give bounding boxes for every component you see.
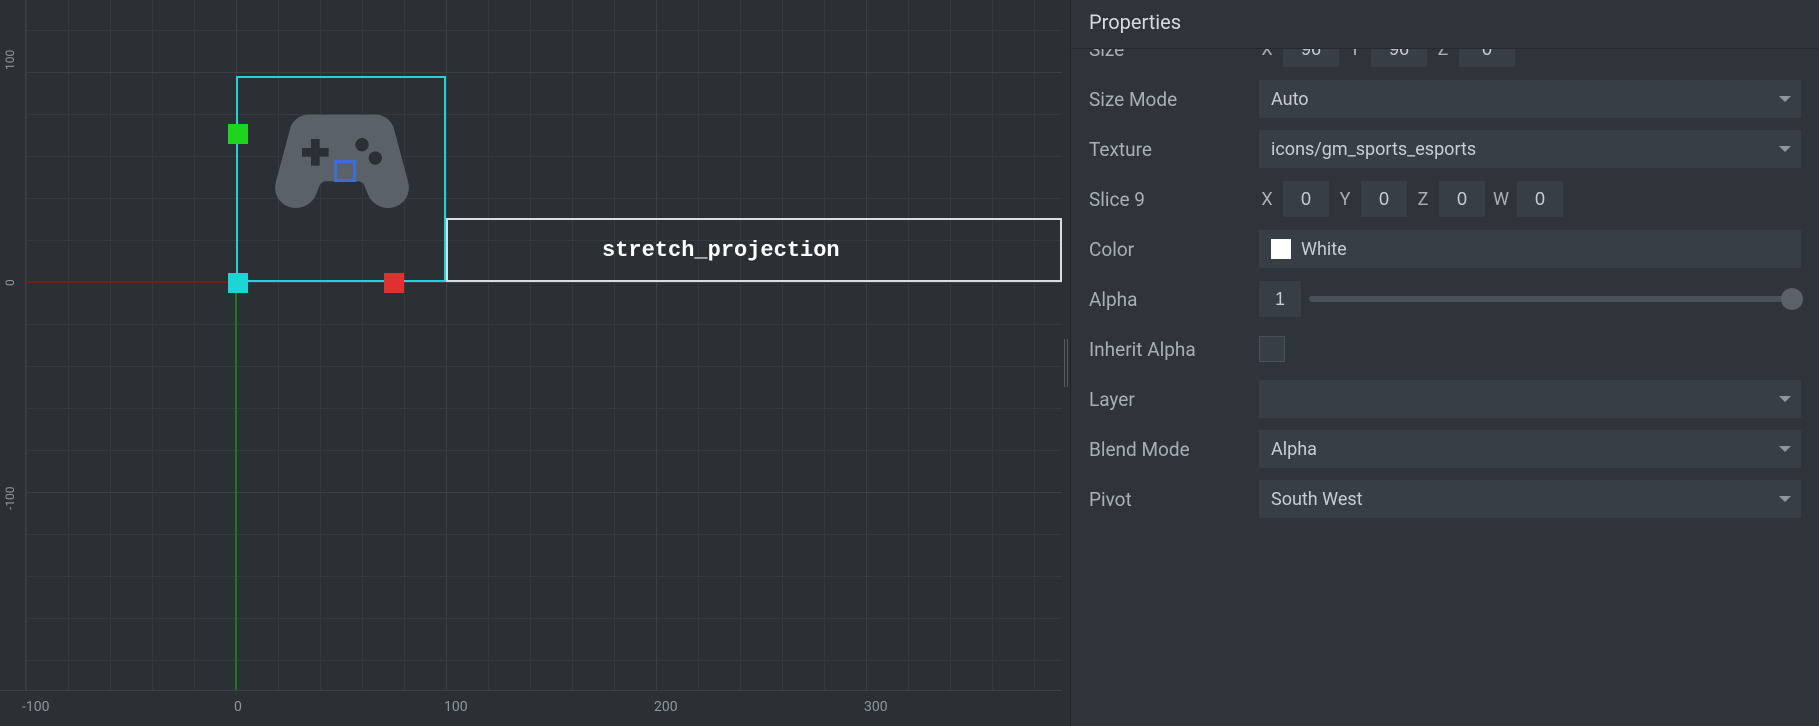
scene-viewport[interactable]: stretch_projection 100 0 -100 -100 0 100… [0,0,1062,726]
prop-label: Slice 9 [1089,188,1259,211]
prop-label: Pivot [1089,488,1259,511]
handle-origin[interactable] [228,273,248,293]
ruler-tick: 100 [444,699,468,715]
inherit-alpha-checkbox[interactable] [1259,336,1285,362]
ruler-tick: 300 [864,699,888,715]
prop-row-texture: Texture icons/gm_sports_esports [1089,129,1801,169]
alpha-slider[interactable] [1309,296,1801,302]
chevron-down-icon [1779,146,1791,152]
size-mode-dropdown[interactable]: Auto [1259,80,1801,118]
axis-label-x: X [1259,189,1275,210]
slice9-w-input[interactable] [1517,181,1563,217]
y-axis [235,282,237,690]
ruler-vertical: 100 0 -100 [0,0,26,690]
prop-label: Size Mode [1089,88,1259,111]
ruler-horizontal: -100 0 100 200 300 [0,690,1062,726]
axis-label-y: Y [1337,189,1353,210]
size-y-input[interactable] [1371,49,1427,67]
dropdown-value: White [1301,239,1347,260]
chevron-down-icon [1779,396,1791,402]
prop-row-layer: Layer [1089,379,1801,419]
prop-row-size: Size X Y Z [1089,49,1801,69]
prop-row-size-mode: Size Mode Auto [1089,79,1801,119]
color-swatch [1271,239,1291,259]
slice9-x-input[interactable] [1283,181,1329,217]
color-dropdown[interactable]: White [1259,230,1801,268]
chevron-down-icon [1779,496,1791,502]
prop-label: Layer [1089,388,1259,411]
axis-label-z: Z [1415,189,1431,210]
dropdown-value: Auto [1271,89,1309,110]
prop-row-slice9: Slice 9 X Y Z W [1089,179,1801,219]
handle-center[interactable] [334,160,356,182]
axis-label-x: X [1259,49,1275,60]
size-x-input[interactable] [1283,49,1339,67]
prop-label: Blend Mode [1089,438,1259,461]
pivot-dropdown[interactable]: South West [1259,480,1801,518]
handle-top-left[interactable] [228,124,248,144]
alpha-slider-thumb[interactable] [1781,288,1803,310]
ruler-tick: -100 [3,486,17,510]
ruler-tick: -100 [22,699,49,715]
prop-label: Color [1089,238,1259,261]
handle-bottom-right[interactable] [384,273,404,293]
size-z-input[interactable] [1459,49,1515,67]
prop-row-inherit-alpha: Inherit Alpha [1089,329,1801,369]
dropdown-value: South West [1271,489,1363,510]
axis-label-z: Z [1435,49,1451,60]
scene-canvas[interactable]: stretch_projection [26,0,1062,690]
dropdown-value: Alpha [1271,439,1317,460]
alpha-input[interactable] [1259,281,1301,317]
prop-label: Texture [1089,138,1259,161]
splitter-grip-icon [1064,339,1068,387]
prop-row-blend: Blend Mode Alpha [1089,429,1801,469]
axis-label-y: Y [1347,49,1363,60]
prop-row-color: Color White [1089,229,1801,269]
ruler-tick: 0 [3,279,17,286]
panel-title: Properties [1071,0,1819,49]
chevron-down-icon [1779,446,1791,452]
ruler-tick: 200 [654,699,678,715]
prop-row-pivot: Pivot South West [1089,479,1801,519]
prop-label: Size [1089,49,1259,61]
slice9-y-input[interactable] [1361,181,1407,217]
prop-label: Alpha [1089,288,1259,311]
slice9-z-input[interactable] [1439,181,1485,217]
ruler-tick: 0 [234,699,242,715]
splitter-handle[interactable] [1062,0,1070,726]
dropdown-value: icons/gm_sports_esports [1271,139,1476,160]
blend-mode-dropdown[interactable]: Alpha [1259,430,1801,468]
layer-dropdown[interactable] [1259,380,1801,418]
ruler-tick: 100 [3,50,17,70]
prop-label: Inherit Alpha [1089,338,1259,361]
chevron-down-icon [1779,96,1791,102]
properties-panel: Properties Size X Y Z Size Mode [1070,0,1819,726]
prop-row-alpha: Alpha [1089,279,1801,319]
node-label: stretch_projection [602,238,840,263]
x-axis [26,281,236,283]
axis-label-w: W [1493,189,1509,210]
texture-dropdown[interactable]: icons/gm_sports_esports [1259,130,1801,168]
